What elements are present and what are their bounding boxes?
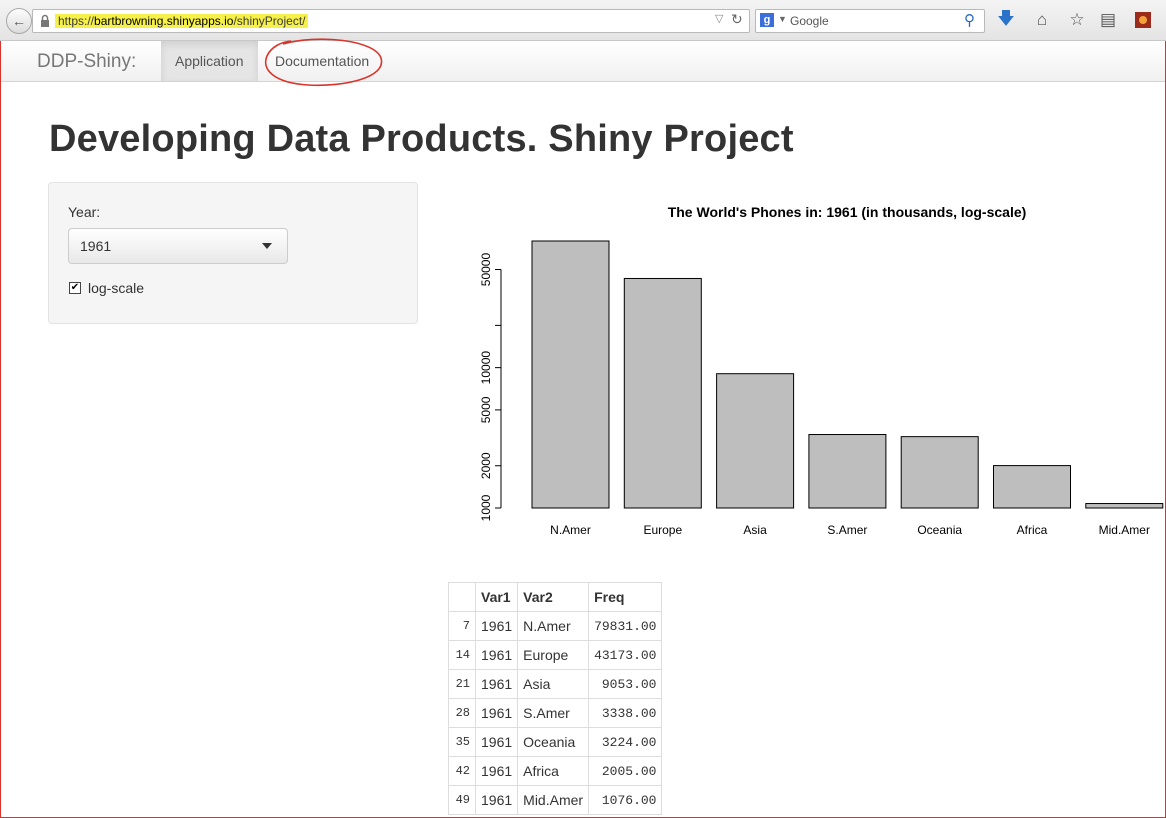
back-arrow-icon[interactable]: ← — [6, 8, 32, 34]
cell-freq: 1076.00 — [588, 785, 663, 815]
y-tick-label: 2000 — [479, 452, 493, 479]
x-tick-label: Mid.Amer — [1099, 523, 1150, 537]
y-tick-label: 5000 — [479, 396, 493, 423]
row-number: 35 — [448, 727, 476, 757]
x-tick-label: S.Amer — [827, 523, 867, 537]
y-tick-label: 1000 — [479, 494, 493, 521]
table-row: 28 1961 S.Amer 3338.00 — [448, 698, 663, 728]
x-tick-label: N.Amer — [550, 523, 591, 537]
sidebar-panel: Year: 1961 ✔ log-scale — [48, 182, 418, 324]
tab-documentation[interactable]: Documentation — [261, 41, 383, 81]
phones-bar-chart: The World's Phones in: 1961 (in thousand… — [479, 204, 1164, 537]
y-tick-label: 50000 — [479, 253, 493, 287]
col-header-rownum — [448, 582, 476, 612]
row-number: 21 — [448, 669, 476, 699]
row-number: 28 — [448, 698, 476, 728]
chevron-down-icon — [262, 243, 272, 249]
cell-var2: Asia — [517, 669, 590, 699]
url-text[interactable]: https://bartbrowning.shinyapps.io/shinyP… — [55, 14, 309, 28]
cell-freq: 3224.00 — [588, 727, 663, 757]
cell-var2: S.Amer — [517, 698, 590, 728]
cell-var2: Oceania — [517, 727, 590, 757]
table-row: 7 1961 N.Amer 79831.00 — [448, 611, 663, 641]
cell-var1: 1961 — [474, 785, 519, 815]
table-row: 35 1961 Oceania 3224.00 — [448, 727, 663, 757]
url-bar[interactable]: https://bartbrowning.shinyapps.io/shinyP… — [32, 9, 750, 33]
row-number: 7 — [448, 611, 476, 641]
bar-mid-amer — [1085, 503, 1164, 509]
app-navbar: DDP-Shiny: Application Documentation — [1, 41, 1165, 82]
year-select-value: 1961 — [80, 238, 112, 254]
navbar-brand[interactable]: DDP-Shiny: — [37, 51, 136, 73]
download-icon[interactable]: 🡇 — [995, 9, 1017, 31]
search-engine-dropdown-icon[interactable]: ▼ — [778, 14, 787, 24]
tab-application[interactable]: Application — [161, 41, 258, 81]
cell-var2: N.Amer — [517, 611, 590, 641]
url-dropdown-icon[interactable]: ▽ — [715, 12, 723, 25]
cell-var2: Mid.Amer — [517, 785, 590, 815]
table-row: 21 1961 Asia 9053.00 — [448, 669, 663, 699]
table-row: 49 1961 Mid.Amer 1076.00 — [448, 785, 663, 815]
bar-oceania — [900, 436, 979, 509]
data-table: Var1 Var2 Freq 7 1961 N.Amer 79831.00 14 196… — [448, 582, 663, 815]
cell-freq: 3338.00 — [588, 698, 663, 728]
col-header-freq: Freq — [588, 582, 663, 612]
bar-europe — [623, 277, 702, 509]
bar-africa — [993, 465, 1071, 509]
cell-freq: 2005.00 — [588, 756, 663, 786]
cell-var2: Africa — [517, 756, 590, 786]
log-scale-checkbox[interactable]: ✔ — [69, 282, 81, 294]
search-placeholder: Google — [790, 14, 829, 28]
chart-title: The World's Phones in: 1961 (in thousand… — [668, 204, 1027, 220]
home-icon[interactable]: ⌂ — [1031, 9, 1053, 31]
row-number: 14 — [448, 640, 476, 670]
col-header-var1: Var1 — [474, 582, 519, 612]
cell-freq: 79831.00 — [588, 611, 663, 641]
bookmark-star-icon[interactable]: ☆ — [1066, 9, 1088, 31]
cell-var1: 1961 — [474, 669, 519, 699]
table-row: 14 1961 Europe 43173.00 — [448, 640, 663, 670]
google-icon[interactable]: g — [760, 13, 774, 27]
cell-var1: 1961 — [474, 756, 519, 786]
bar-n-amer — [531, 240, 610, 509]
x-tick-label: Oceania — [917, 523, 962, 537]
table-header-row: Var1 Var2 Freq — [448, 582, 663, 612]
cell-var1: 1961 — [474, 611, 519, 641]
year-label: Year: — [68, 204, 101, 220]
table-row: 42 1961 Africa 2005.00 — [448, 756, 663, 786]
row-number: 42 — [448, 756, 476, 786]
log-scale-label[interactable]: log-scale — [88, 280, 144, 296]
bar-asia — [716, 373, 795, 509]
reload-icon[interactable]: ↻ — [731, 11, 743, 28]
year-select[interactable]: 1961 — [68, 228, 288, 264]
search-icon[interactable]: ⚲ — [964, 11, 975, 29]
cell-var2: Europe — [517, 640, 590, 670]
reading-list-icon[interactable]: ▤ — [1097, 9, 1119, 31]
lock-icon — [41, 14, 49, 27]
x-tick-label: Europe — [643, 523, 682, 537]
y-tick-label: 10000 — [479, 351, 493, 385]
row-number: 49 — [448, 785, 476, 815]
cell-var1: 1961 — [474, 727, 519, 757]
search-input[interactable]: g ▼ Google ⚲ — [755, 9, 985, 33]
bar-s-amer — [808, 434, 887, 509]
cell-var1: 1961 — [474, 640, 519, 670]
cell-freq: 9053.00 — [588, 669, 663, 699]
x-tick-label: Asia — [743, 523, 767, 537]
col-header-var2: Var2 — [517, 582, 590, 612]
cell-freq: 43173.00 — [588, 640, 663, 670]
addon-icon[interactable] — [1132, 9, 1154, 31]
x-tick-label: Africa — [1017, 523, 1048, 537]
cell-var1: 1961 — [474, 698, 519, 728]
browser-toolbar: ← https://bartbrowning.shinyapps.io/shin… — [0, 0, 1166, 41]
page-title: Developing Data Products. Shiny Project — [49, 118, 794, 160]
